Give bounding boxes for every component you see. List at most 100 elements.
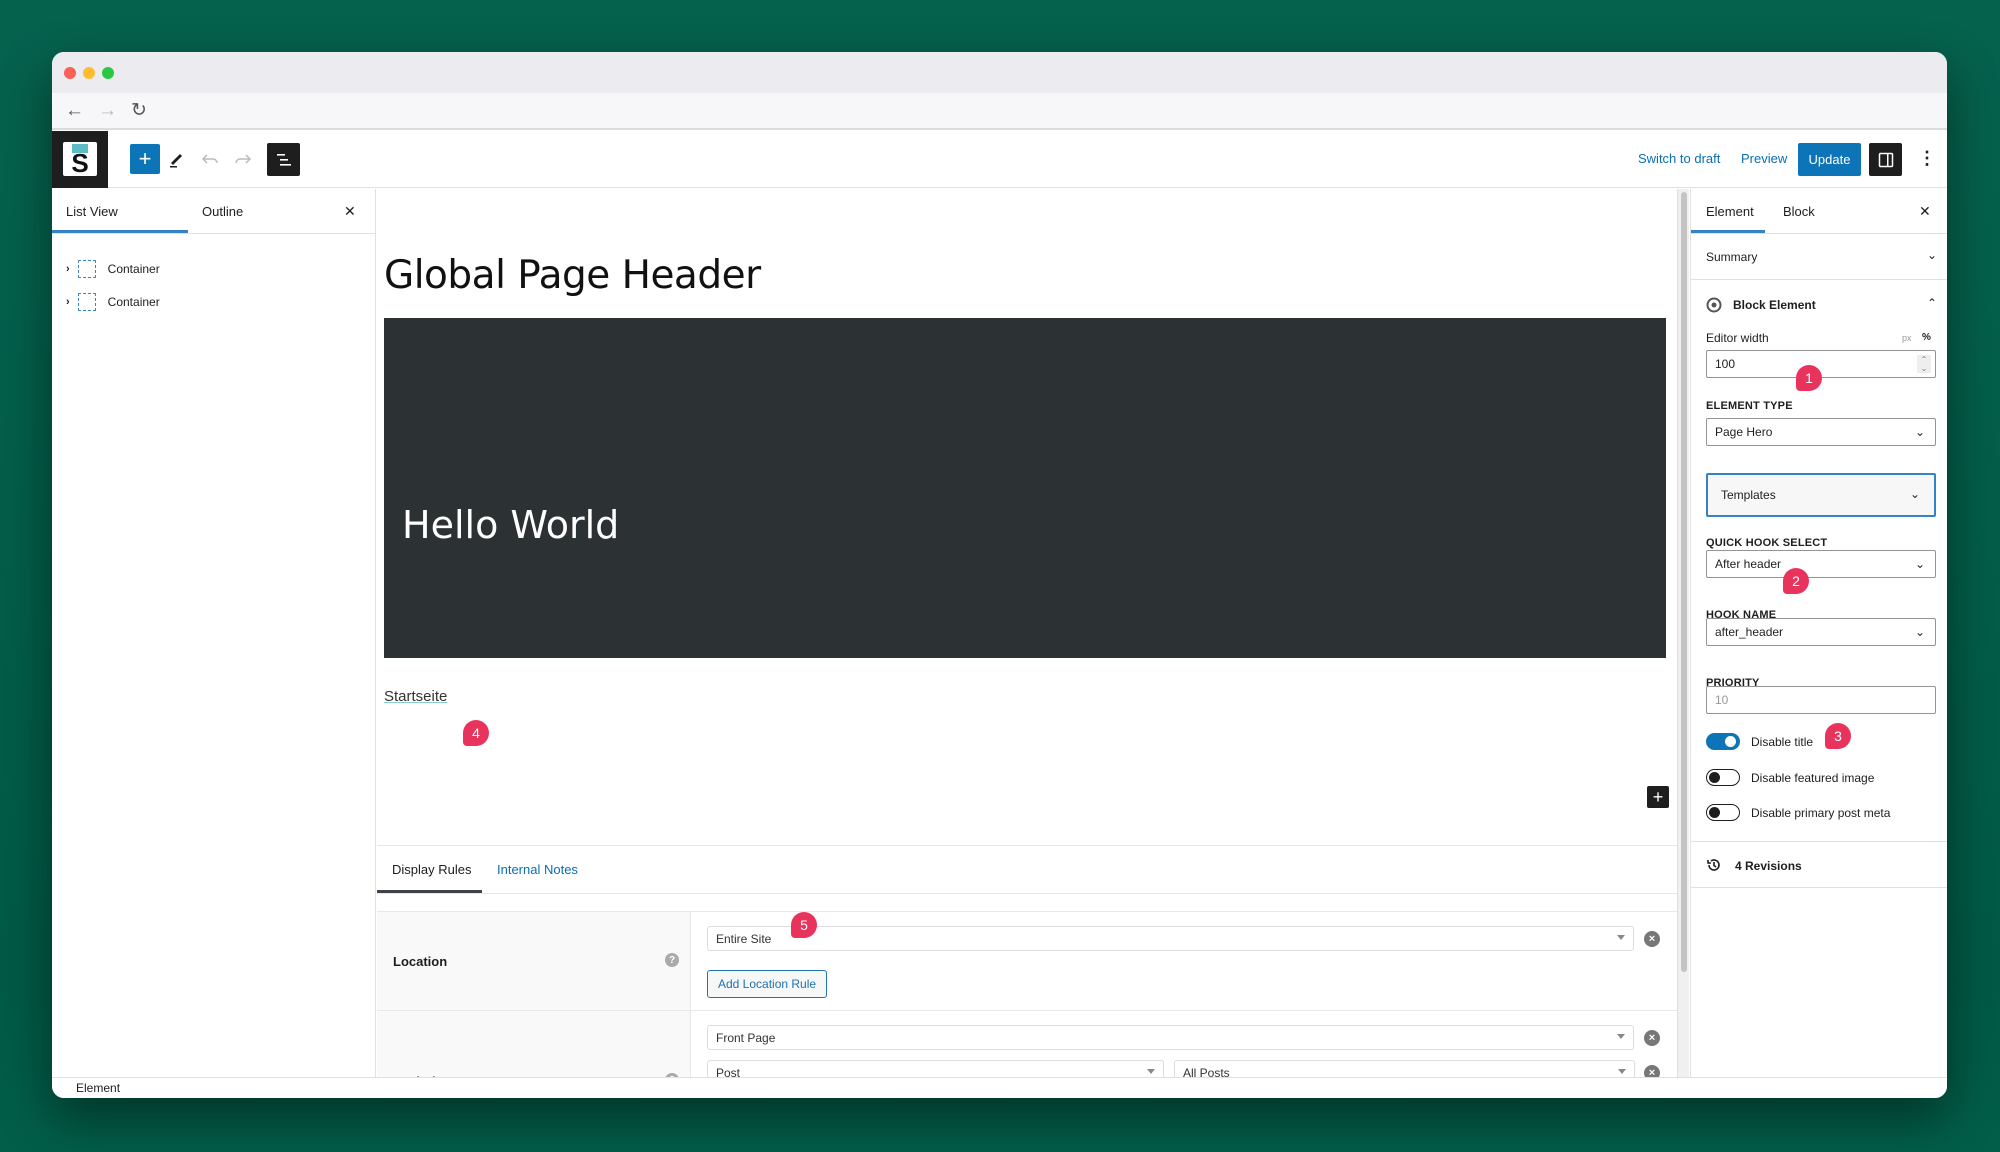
list-view-icon <box>276 153 291 166</box>
pencil-icon <box>170 154 182 168</box>
tab-display-rules[interactable]: Display Rules <box>392 846 471 893</box>
spinner-icon[interactable]: ⌃ ⌄ <box>1917 355 1931 373</box>
container-block-icon <box>77 293 96 311</box>
location-label: Location <box>393 954 448 969</box>
templates-dropdown[interactable]: Templates ⌄ <box>1706 473 1936 517</box>
location-row: Location ? Entire Site × Add Location Ru… <box>377 911 1677 1010</box>
annotation-badge: 5 <box>791 912 817 938</box>
chevron-up-icon[interactable]: ⌃ <box>1927 296 1937 310</box>
quick-hook-label: QUICK HOOK SELECT <box>1706 537 1828 549</box>
plus-icon: + <box>138 146 152 171</box>
close-icon[interactable]: ✕ <box>344 189 356 233</box>
preview-link[interactable]: Preview <box>1741 151 1787 166</box>
hero-container[interactable]: Hello World <box>384 318 1666 658</box>
disable-post-meta-toggle[interactable] <box>1706 804 1740 821</box>
unit-px[interactable]: px <box>1902 333 1912 343</box>
annotation-badge: 3 <box>1825 723 1851 749</box>
add-block-inline-button[interactable]: + <box>1647 786 1669 808</box>
exclude-select[interactable]: Front Page <box>707 1025 1634 1050</box>
breadcrumb-link[interactable]: Startseite <box>384 688 447 705</box>
tab-block[interactable]: Block <box>1783 189 1815 233</box>
element-type-value: Page Hero <box>1715 425 1773 439</box>
editor-canvas: Global Page Header Hello World Startseit… <box>377 189 1677 1098</box>
priority-input[interactable]: 10 <box>1706 686 1936 714</box>
help-icon[interactable]: ? <box>665 953 679 967</box>
settings-toggle[interactable] <box>1869 143 1902 176</box>
back-icon[interactable]: ← <box>65 101 84 121</box>
hero-heading[interactable]: Hello World <box>402 503 619 547</box>
disable-featured-image-label: Disable featured image <box>1751 771 1875 785</box>
disable-title-toggle[interactable] <box>1706 733 1740 750</box>
chevron-right-icon[interactable]: › <box>66 263 70 275</box>
disable-post-meta-label: Disable primary post meta <box>1751 806 1891 820</box>
dropdown-arrow-icon <box>1617 935 1625 940</box>
site-logo[interactable]: S <box>52 131 108 188</box>
canvas-scrollbar[interactable] <box>1677 189 1689 1077</box>
revisions-panel[interactable]: 4 Revisions <box>1691 842 1947 888</box>
quick-hook-select[interactable]: After header ⌄ <box>1706 550 1936 578</box>
editor-width-label: Editor width <box>1706 331 1769 345</box>
add-block-button[interactable]: + <box>130 144 160 174</box>
summary-panel[interactable]: Summary ⌄ <box>1691 234 1947 280</box>
location-select[interactable]: Entire Site <box>707 926 1634 951</box>
undo-icon <box>201 154 218 164</box>
element-type-select[interactable]: Page Hero ⌄ <box>1706 418 1936 446</box>
tools-button[interactable] <box>162 144 192 174</box>
chevron-down-icon: ⌄ <box>1909 487 1920 501</box>
switch-to-draft-link[interactable]: Switch to draft <box>1638 151 1720 166</box>
add-location-rule-button[interactable]: Add Location Rule <box>707 970 828 998</box>
history-icon <box>1707 859 1720 871</box>
editor-toolbar: S + Switch to draft Preview Update ⋮ <box>52 131 1947 188</box>
forward-icon[interactable]: → <box>98 101 117 121</box>
list-view-toggle[interactable] <box>267 143 300 176</box>
browser-window: ← → ↻ S + Switch to draft Preview Update… <box>52 52 1947 1098</box>
summary-title: Summary <box>1706 250 1758 264</box>
update-button[interactable]: Update <box>1798 143 1861 176</box>
undo-button[interactable] <box>195 144 225 174</box>
more-options-icon[interactable]: ⋮ <box>1918 148 1936 169</box>
close-icon[interactable]: ✕ <box>1919 189 1931 233</box>
unit-percent[interactable]: % <box>1922 332 1931 343</box>
tab-element[interactable]: Element <box>1706 189 1754 233</box>
list-item-label: Container <box>107 295 160 309</box>
chevron-down-icon: ⌄ <box>1914 557 1925 571</box>
hook-name-value: after_header <box>1715 625 1784 639</box>
hook-name-select[interactable]: after_header ⌄ <box>1706 618 1936 646</box>
logo-letter: S <box>71 148 89 178</box>
tab-list-view[interactable]: List View <box>66 189 118 233</box>
remove-rule-icon[interactable]: × <box>1644 931 1660 947</box>
sidebar-icon <box>1878 152 1893 167</box>
redo-button[interactable] <box>228 144 258 174</box>
templates-label: Templates <box>1721 488 1776 502</box>
list-item[interactable]: › Container <box>66 290 160 314</box>
block-element-icon <box>1706 297 1722 313</box>
maximize-window-button[interactable] <box>102 67 114 79</box>
breadcrumb[interactable]: Element <box>76 1081 120 1095</box>
chevron-right-icon[interactable]: › <box>66 296 70 308</box>
display-rules-panel: Display Rules Internal Notes Location ? … <box>377 845 1677 1098</box>
list-view-panel: List View Outline ✕ › Container › Contai… <box>52 189 376 1077</box>
chevron-down-icon: ⌄ <box>1926 248 1937 262</box>
location-value: Entire Site <box>716 931 772 946</box>
settings-sidebar: Element Block ✕ Summary ⌄ Block Element … <box>1690 189 1947 1077</box>
dropdown-arrow-icon <box>1147 1069 1155 1074</box>
disable-featured-image-toggle[interactable] <box>1706 769 1740 786</box>
block-element-panel: Block Element ⌃ Editor width px % 100 ⌃ ⌄… <box>1691 280 1947 842</box>
block-element-title[interactable]: Block Element <box>1733 298 1816 312</box>
minimize-window-button[interactable] <box>83 67 95 79</box>
revisions-label: 4 Revisions <box>1735 859 1802 873</box>
annotation-badge: 4 <box>463 720 489 746</box>
list-item[interactable]: › Container <box>66 257 160 281</box>
page-title[interactable]: Global Page Header <box>384 253 761 298</box>
close-window-button[interactable] <box>64 67 76 79</box>
browser-nav-bar: ← → ↻ <box>52 93 1947 130</box>
dropdown-arrow-icon <box>1618 1069 1626 1074</box>
priority-placeholder: 10 <box>1715 693 1729 707</box>
remove-rule-icon[interactable]: × <box>1644 1030 1660 1046</box>
status-bar: Element <box>52 1077 1947 1098</box>
tab-outline[interactable]: Outline <box>202 189 243 233</box>
exclude-value: Front Page <box>716 1030 776 1045</box>
reload-icon[interactable]: ↻ <box>131 101 147 121</box>
element-type-label: ELEMENT TYPE <box>1706 400 1793 412</box>
tab-internal-notes[interactable]: Internal Notes <box>497 846 578 893</box>
